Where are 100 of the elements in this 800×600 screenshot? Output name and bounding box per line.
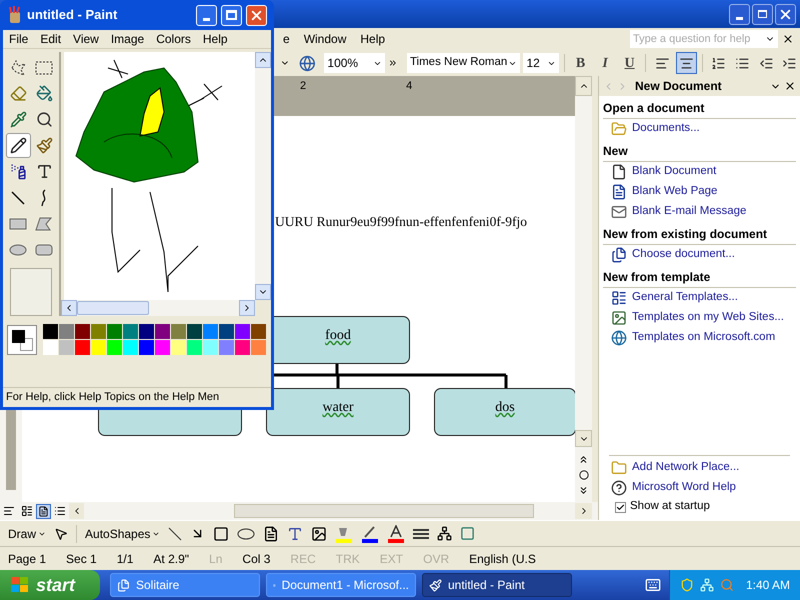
menu-item[interactable]: File bbox=[3, 30, 34, 48]
more-buttons-icon[interactable] bbox=[388, 58, 398, 68]
minimize-button[interactable] bbox=[729, 4, 750, 24]
task-link[interactable]: Templates on Microsoft.com bbox=[632, 329, 776, 347]
vertical-scrollbar[interactable] bbox=[575, 96, 592, 502]
palette-swatch[interactable] bbox=[91, 324, 106, 339]
vertical-scrollbar[interactable] bbox=[255, 52, 271, 300]
autoshapes-menu-button[interactable]: AutoShapes bbox=[85, 524, 160, 542]
menu-item[interactable]: Colors bbox=[150, 30, 197, 48]
print-view-button[interactable] bbox=[36, 504, 51, 518]
shadow-icon bbox=[460, 526, 476, 541]
start-button[interactable]: start bbox=[0, 570, 100, 600]
font-field[interactable]: Times New Roman bbox=[406, 53, 520, 73]
ruler-number: 4 bbox=[406, 78, 412, 94]
menu-item[interactable]: Help bbox=[196, 30, 234, 48]
shield-icon bbox=[680, 578, 694, 592]
status-field: Sec 1 bbox=[66, 550, 97, 568]
palette-swatch[interactable] bbox=[59, 324, 74, 339]
task-link[interactable]: Blank Document bbox=[632, 163, 716, 181]
zoom-field[interactable]: 100% bbox=[324, 53, 386, 73]
palette-swatch[interactable] bbox=[203, 324, 218, 339]
format-button[interactable]: B bbox=[570, 52, 592, 74]
taskbar-button[interactable]: untitled - Paint bbox=[422, 573, 572, 597]
format-button[interactable]: I bbox=[594, 52, 616, 74]
maximize-button[interactable] bbox=[221, 4, 242, 26]
palette-swatch[interactable] bbox=[251, 324, 266, 339]
documents-icon bbox=[611, 247, 627, 263]
org-chart-label: food bbox=[325, 327, 351, 345]
airbrush-icon bbox=[10, 163, 26, 180]
status-field: REC bbox=[290, 550, 316, 568]
draw-menu-button[interactable]: Draw bbox=[8, 524, 46, 542]
menu-item[interactable]: Edit bbox=[34, 30, 68, 48]
palette-swatch[interactable] bbox=[139, 340, 154, 355]
task-link[interactable]: General Templates... bbox=[632, 289, 738, 307]
help-question-field[interactable]: Type a question for help bbox=[630, 30, 778, 48]
help-question-input[interactable]: Type a question for help bbox=[633, 30, 763, 48]
tool-options-box bbox=[10, 268, 52, 316]
palette-swatch[interactable] bbox=[187, 324, 202, 339]
palette-swatch[interactable] bbox=[187, 340, 202, 355]
palette-swatch[interactable] bbox=[43, 340, 58, 355]
task-link[interactable]: Documents... bbox=[632, 120, 700, 138]
palette-swatch[interactable] bbox=[171, 340, 186, 355]
palette-swatch[interactable] bbox=[171, 324, 186, 339]
menu-item[interactable]: Help bbox=[353, 30, 392, 48]
scroll-down-button[interactable] bbox=[255, 284, 271, 300]
scroll-right-button[interactable] bbox=[239, 300, 255, 316]
show-at-startup-checkbox[interactable] bbox=[615, 502, 626, 512]
menu-item[interactable]: Window bbox=[296, 30, 354, 48]
taskbar-button[interactable]: Solitaire bbox=[110, 573, 260, 597]
restore-button[interactable] bbox=[752, 4, 773, 24]
palette-swatch[interactable] bbox=[59, 340, 74, 355]
task-link[interactable]: Choose document... bbox=[632, 246, 735, 264]
format-button[interactable]: U bbox=[618, 52, 640, 74]
menu-item[interactable]: e bbox=[276, 30, 297, 48]
close-button[interactable] bbox=[775, 4, 796, 24]
task-link[interactable]: Microsoft Word Help bbox=[632, 479, 736, 497]
scroll-thumb[interactable] bbox=[234, 504, 534, 518]
task-link[interactable]: Templates on my Web Sites... bbox=[632, 309, 784, 327]
palette-swatch[interactable] bbox=[91, 340, 106, 355]
scroll-thumb[interactable] bbox=[77, 301, 149, 315]
font-size-field[interactable]: 12 bbox=[523, 53, 559, 73]
palette-swatch[interactable] bbox=[123, 324, 138, 339]
menu-item[interactable]: View bbox=[67, 30, 105, 48]
palette-swatch[interactable] bbox=[235, 340, 250, 355]
palette-swatch[interactable] bbox=[219, 324, 234, 339]
palette-swatch[interactable] bbox=[251, 340, 266, 355]
menu-item[interactable]: Image bbox=[104, 30, 150, 48]
scroll-up-button[interactable] bbox=[255, 52, 271, 68]
palette-swatch[interactable] bbox=[107, 340, 122, 355]
taskbar-button[interactable]: Document1 - Microsof... bbox=[266, 573, 416, 597]
palette-swatch[interactable] bbox=[75, 340, 90, 355]
magnifier-icon bbox=[720, 578, 734, 592]
center-button[interactable] bbox=[676, 52, 698, 74]
previous-page-icon bbox=[578, 454, 589, 465]
palette-swatch[interactable] bbox=[155, 324, 170, 339]
help-icon bbox=[611, 480, 627, 496]
section-heading: New bbox=[603, 142, 796, 162]
palette-swatch[interactable] bbox=[43, 324, 58, 339]
magnifier-icon bbox=[36, 111, 52, 128]
palette-swatch[interactable] bbox=[123, 340, 138, 355]
palette-swatch[interactable] bbox=[203, 340, 218, 355]
task-link[interactable]: Blank E-mail Message bbox=[632, 203, 746, 221]
palette-swatch[interactable] bbox=[235, 324, 250, 339]
windows-logo-icon bbox=[10, 576, 30, 594]
scroll-left-button[interactable] bbox=[61, 300, 77, 316]
palette-swatch[interactable] bbox=[219, 340, 234, 355]
rectangle-icon bbox=[9, 218, 27, 230]
font-color-icon bbox=[387, 524, 406, 542]
task-link[interactable]: Blank Web Page bbox=[632, 183, 718, 201]
task-link[interactable]: Add Network Place... bbox=[632, 459, 740, 477]
tool-button[interactable] bbox=[6, 133, 30, 158]
palette-swatch[interactable] bbox=[155, 340, 170, 355]
close-icon bbox=[784, 80, 796, 92]
palette-swatch[interactable] bbox=[75, 324, 90, 339]
horizontal-scrollbar[interactable] bbox=[61, 300, 255, 316]
palette-swatch[interactable] bbox=[139, 324, 154, 339]
window-title: untitled - Paint bbox=[27, 6, 118, 24]
status-field: Ln bbox=[209, 550, 222, 568]
scroll-left-button[interactable] bbox=[69, 503, 84, 519]
palette-swatch[interactable] bbox=[107, 324, 122, 339]
